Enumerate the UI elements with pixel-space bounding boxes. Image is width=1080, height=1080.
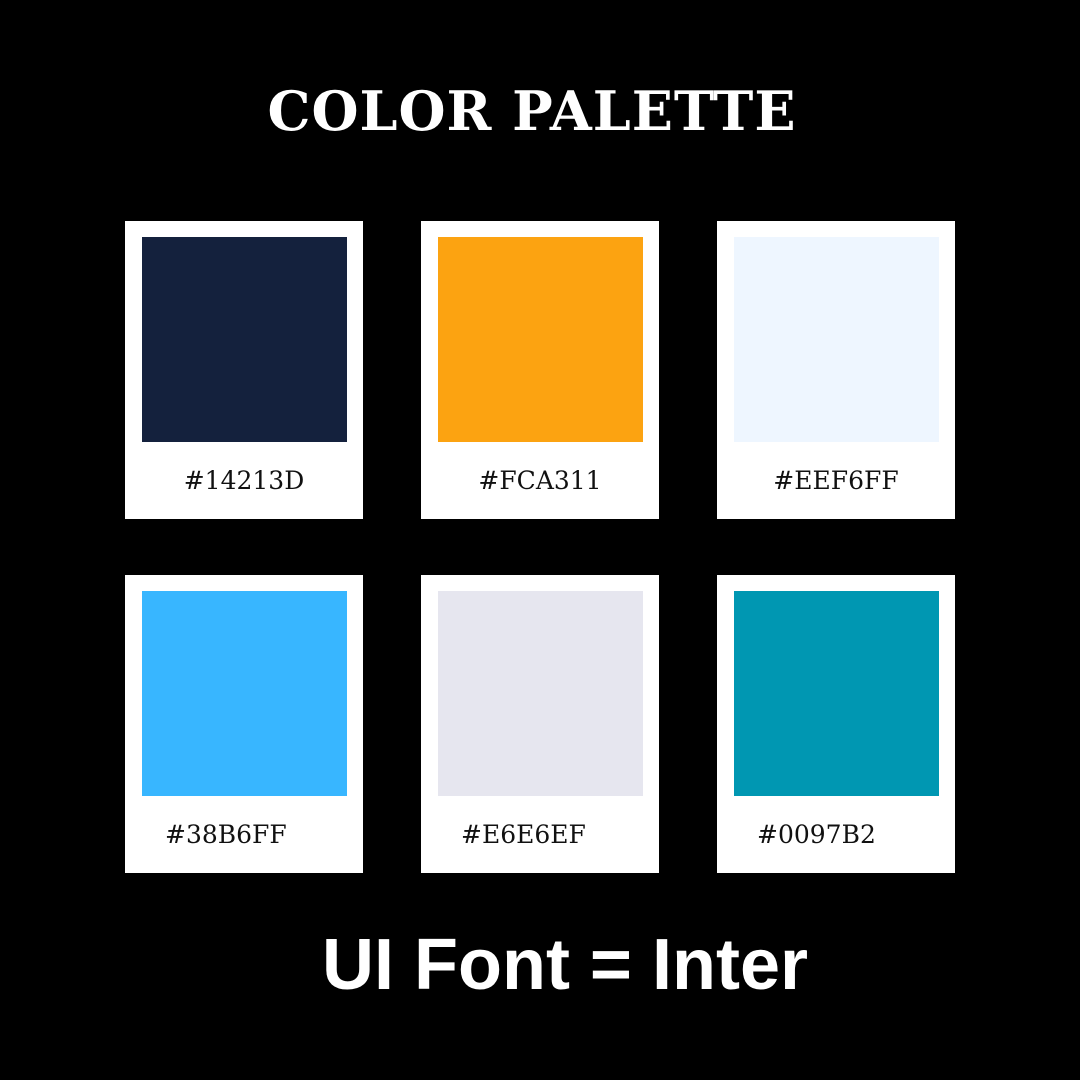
- swatch-card-4: #38B6FF: [125, 575, 363, 873]
- swatch-grid: #14213D #FCA311 #EEF6FF #38B6FF #E6E6EF …: [125, 221, 955, 874]
- color-swatch-1: [142, 237, 347, 442]
- hex-label-4: #38B6FF: [165, 820, 287, 849]
- font-caption: UI Font = Inter: [322, 925, 808, 1005]
- swatch-card-6: #0097B2: [717, 575, 955, 873]
- color-swatch-2: [438, 237, 643, 442]
- swatch-card-2: #FCA311: [421, 221, 659, 519]
- page-title: COLOR PALETTE: [267, 79, 797, 143]
- hex-label-1: #14213D: [183, 466, 305, 495]
- color-swatch-5: [438, 591, 643, 796]
- hex-label-2: #FCA311: [478, 466, 602, 495]
- hex-label-5: #E6E6EF: [461, 820, 586, 849]
- palette-canvas: COLOR PALETTE #14213D #FCA311 #EEF6FF #3…: [0, 0, 1080, 1080]
- hex-label-6: #0097B2: [757, 820, 876, 849]
- color-swatch-4: [142, 591, 347, 796]
- swatch-card-5: #E6E6EF: [421, 575, 659, 873]
- swatch-card-3: #EEF6FF: [717, 221, 955, 519]
- color-swatch-3: [734, 237, 939, 442]
- color-swatch-6: [734, 591, 939, 796]
- swatch-card-1: #14213D: [125, 221, 363, 519]
- hex-label-3: #EEF6FF: [773, 466, 899, 495]
